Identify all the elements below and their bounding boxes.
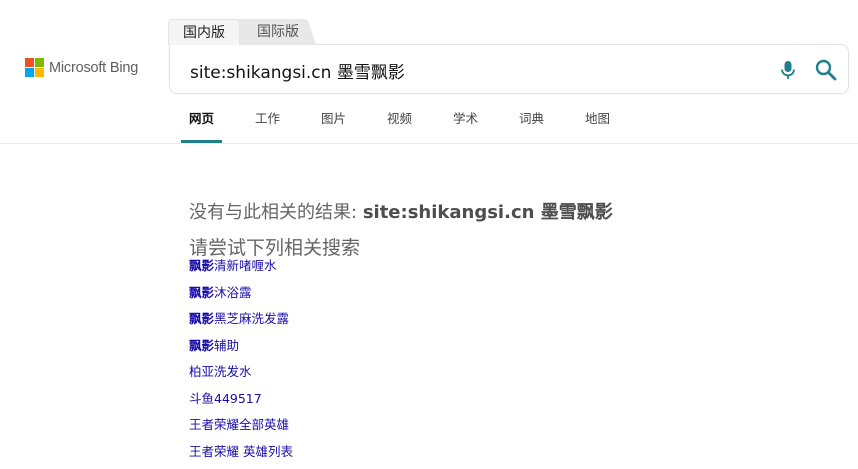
brand-name: Microsoft Bing: [49, 60, 138, 76]
related-search-link[interactable]: 飘影清新啫喱水: [189, 258, 277, 273]
header-divider: [0, 143, 858, 144]
related-search-link[interactable]: 飘影辅助: [189, 338, 239, 353]
related-search-term-bold: 飘影: [189, 338, 214, 353]
tab-videos[interactable]: 视频: [387, 104, 412, 142]
related-search-term: 黑芝麻洗发露: [214, 311, 289, 326]
related-searches-heading: 请尝试下列相关搜索: [189, 233, 360, 260]
list-item: 飘影辅助: [189, 337, 293, 364]
related-search-link[interactable]: 飘影沐浴露: [189, 285, 252, 300]
tab-images[interactable]: 图片: [321, 104, 346, 142]
tab-work[interactable]: 工作: [255, 104, 280, 142]
related-search-term: 清新啫喱水: [214, 258, 277, 273]
list-item: 王者荣耀 英雄列表: [189, 443, 293, 469]
related-search-link[interactable]: 柏亚洗发水: [189, 364, 252, 379]
bing-logo[interactable]: Microsoft Bing: [25, 58, 138, 77]
list-item: 飘影黑芝麻洗发露: [189, 310, 293, 337]
related-searches-list: 飘影清新啫喱水飘影沐浴露飘影黑芝麻洗发露飘影辅助柏亚洗发水斗鱼449517王者荣…: [189, 257, 293, 469]
list-item: 王者荣耀全部英雄: [189, 416, 293, 443]
related-search-term-bold: 飘影: [189, 311, 214, 326]
list-item: 飘影沐浴露: [189, 284, 293, 311]
tab-international[interactable]: 国际版: [240, 19, 316, 45]
related-search-link[interactable]: 王者荣耀 英雄列表: [189, 444, 293, 459]
related-search-link[interactable]: 斗鱼449517: [189, 391, 262, 406]
no-results-prefix: 没有与此相关的结果:: [189, 202, 357, 223]
search-input[interactable]: [190, 57, 750, 83]
tab-dictionary[interactable]: 词典: [519, 104, 544, 142]
related-search-term: 柏亚洗发水: [189, 364, 252, 379]
related-search-term: 王者荣耀 英雄列表: [189, 444, 293, 459]
tab-academic[interactable]: 学术: [453, 104, 478, 142]
list-item: 斗鱼449517: [189, 390, 293, 417]
microsoft-logo-icon: [25, 58, 44, 77]
tab-web[interactable]: 网页: [189, 104, 214, 142]
tab-domestic[interactable]: 国内版: [168, 19, 240, 45]
related-search-term: 斗鱼449517: [189, 391, 262, 406]
microphone-icon[interactable]: [778, 59, 798, 81]
related-search-link[interactable]: 飘影黑芝麻洗发露: [189, 311, 289, 326]
list-item: 柏亚洗发水: [189, 363, 293, 390]
related-search-term: 王者荣耀全部英雄: [189, 417, 289, 432]
no-results-message: 没有与此相关的结果: site:shikangsi.cn 墨雪飘影: [189, 198, 613, 224]
related-search-link[interactable]: 王者荣耀全部英雄: [189, 417, 289, 432]
magnifier-icon[interactable]: [814, 58, 838, 82]
related-search-term: 沐浴露: [214, 285, 252, 300]
related-search-term-bold: 飘影: [189, 285, 214, 300]
no-results-query: site:shikangsi.cn 墨雪飘影: [363, 202, 613, 223]
search-box: [169, 44, 849, 94]
list-item: 飘影清新啫喱水: [189, 257, 293, 284]
tab-maps[interactable]: 地图: [585, 104, 610, 142]
related-search-term-bold: 飘影: [189, 258, 214, 273]
related-search-term: 辅助: [214, 338, 239, 353]
